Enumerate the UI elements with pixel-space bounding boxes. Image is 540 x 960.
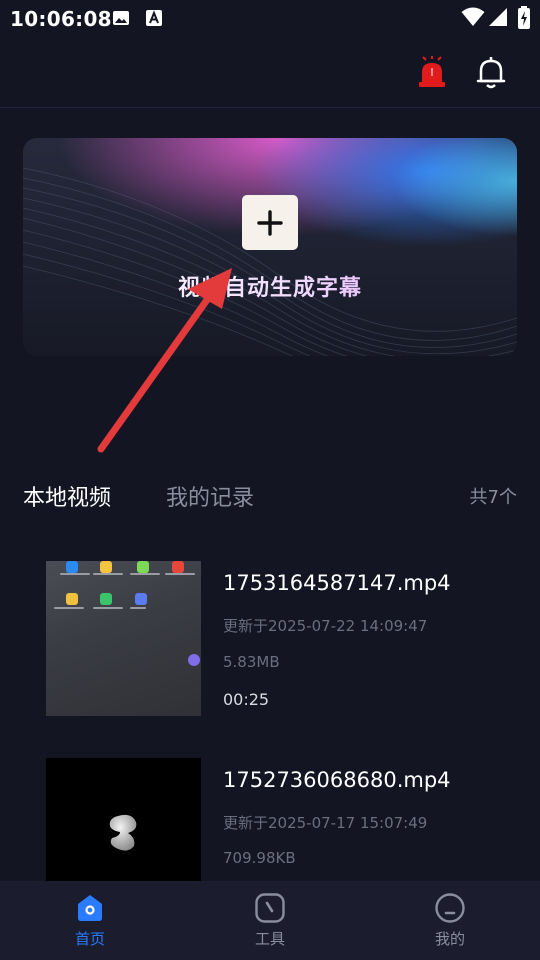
alarm-siren-icon[interactable] bbox=[417, 56, 447, 90]
video-updated-time: 更新于2025-07-17 15:07:49 bbox=[223, 814, 428, 832]
bell-icon[interactable] bbox=[475, 54, 507, 90]
list-item[interactable]: 1752736068680.mp4 更新于2025-07-17 15:07:49… bbox=[0, 758, 540, 881]
tab-local-videos[interactable]: 本地视频 bbox=[23, 480, 111, 512]
video-thumbnail bbox=[46, 758, 201, 881]
video-thumbnail bbox=[46, 561, 201, 716]
video-updated-time: 更新于2025-07-22 14:09:47 bbox=[223, 617, 428, 635]
app-screen: 10:06:08 视频自动生成字幕 本地视频 我的记录 共7个 17531645… bbox=[0, 0, 540, 960]
tools-icon bbox=[255, 893, 285, 923]
nav-tools[interactable]: 工具 bbox=[210, 881, 330, 960]
nav-label: 我的 bbox=[434, 930, 465, 948]
text-a-icon bbox=[145, 9, 163, 31]
nav-profile[interactable]: 我的 bbox=[390, 881, 510, 960]
banner-title: 视频自动生成字幕 bbox=[23, 270, 517, 302]
status-bar: 10:06:08 bbox=[0, 0, 540, 38]
auto-subtitle-banner[interactable]: 视频自动生成字幕 bbox=[23, 138, 517, 356]
nav-home[interactable]: 首页 bbox=[30, 881, 150, 960]
plus-icon bbox=[257, 209, 283, 236]
video-size: 5.83MB bbox=[223, 653, 280, 671]
video-size: 709.98KB bbox=[223, 849, 296, 867]
list-item[interactable]: 1753164587147.mp4 更新于2025-07-22 14:09:47… bbox=[0, 561, 540, 721]
nav-label: 工具 bbox=[254, 930, 285, 948]
bottom-nav: 首页 工具 我的 bbox=[0, 881, 540, 960]
nav-label: 首页 bbox=[74, 930, 105, 948]
wifi-icon bbox=[461, 7, 485, 31]
battery-charging-icon bbox=[517, 6, 531, 34]
profile-icon bbox=[435, 893, 465, 923]
tab-my-records[interactable]: 我的记录 bbox=[166, 480, 254, 512]
video-name: 1753164587147.mp4 bbox=[223, 571, 451, 595]
video-duration: 00:25 bbox=[223, 690, 270, 709]
total-count: 共7个 bbox=[469, 487, 517, 508]
add-video-button[interactable] bbox=[242, 195, 298, 250]
video-name: 1752736068680.mp4 bbox=[223, 768, 451, 792]
home-icon bbox=[78, 895, 102, 921]
image-icon bbox=[112, 9, 130, 31]
signal-icon bbox=[488, 7, 508, 31]
top-bar bbox=[0, 38, 540, 108]
status-time: 10:06:08 bbox=[10, 7, 112, 31]
